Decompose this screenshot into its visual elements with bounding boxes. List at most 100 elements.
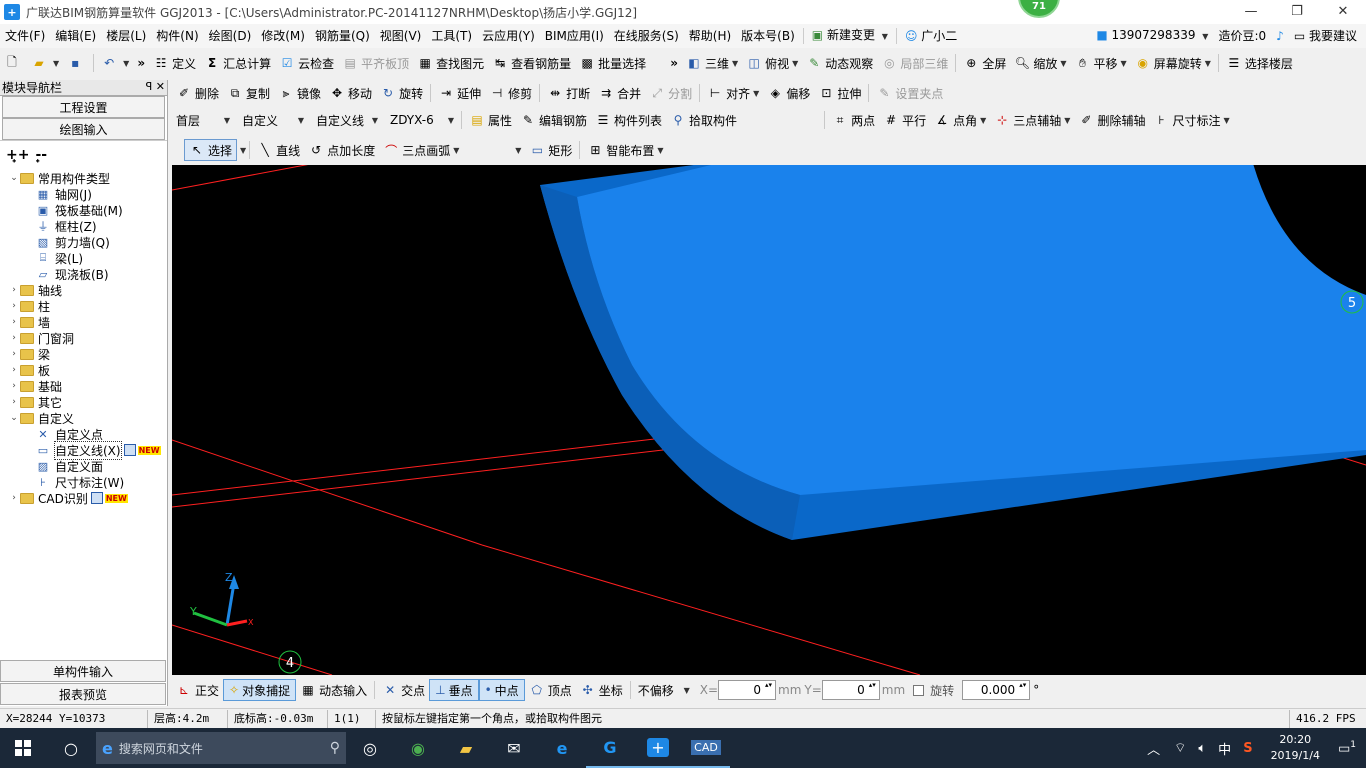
expand-arrow-icon[interactable]: ›: [8, 381, 20, 391]
x-input[interactable]: 0: [718, 680, 776, 700]
rotate-checkbox[interactable]: [913, 684, 925, 696]
define-button[interactable]: ☷ 定义: [149, 52, 200, 74]
rotate-screen-button[interactable]: ◉ 屏幕旋转 ▼: [1131, 52, 1215, 74]
select-floor-button[interactable]: ☰ 选择楼层: [1222, 52, 1297, 74]
menu-component[interactable]: 构件(N): [151, 24, 203, 48]
properties-button[interactable]: ▤ 属性: [465, 109, 516, 131]
extend-button[interactable]: ⇥ 延伸: [434, 82, 485, 104]
batch-select-button[interactable]: ▩ 批量选择: [575, 52, 650, 74]
file-explorer-icon[interactable]: ▰: [442, 728, 490, 768]
tree-node[interactable]: ▦ 轴网(J): [0, 186, 166, 202]
three-point-arc-button[interactable]: ⌒ 三点画弧 ▼: [379, 139, 463, 161]
offset-mode-select[interactable]: 不偏移 ▼: [633, 680, 694, 700]
coordinate-snap[interactable]: ✣ 坐标: [576, 679, 627, 701]
midpoint-snap[interactable]: • 中点: [478, 679, 525, 701]
undo-button[interactable]: ↶ ▼: [97, 52, 133, 74]
zoom-button[interactable]: 🔍︎ 缩放 ▼: [1010, 52, 1070, 74]
menu-file[interactable]: 文件(F): [0, 24, 50, 48]
pick-element-button[interactable]: ⚲ 拾取构件: [666, 109, 741, 131]
copy-button[interactable]: ⧉ 复制: [223, 82, 274, 104]
menu-floor[interactable]: 楼层(L): [101, 24, 151, 48]
tree-node[interactable]: ⊦ 尺寸标注(W): [0, 474, 166, 490]
parallel-button[interactable]: # 平行: [879, 109, 930, 131]
collapse-arrow-icon[interactable]: ⌄: [8, 413, 20, 423]
volume-icon[interactable]: 🔈︎: [1198, 741, 1206, 756]
rotate-button[interactable]: ↻ 旋转: [376, 82, 427, 104]
view-rebar-button[interactable]: ↹ 查看钢筋量: [488, 52, 575, 74]
dynamic-input-toggle[interactable]: ▦ 动态输入: [296, 679, 371, 701]
close-button[interactable]: ✕: [1320, 0, 1366, 24]
tree-node[interactable]: › 基础: [0, 378, 166, 394]
dynamic-view-button[interactable]: ✎ 动态观察: [802, 52, 877, 74]
taskbar-clock[interactable]: 20:20 2019/1/4: [1271, 732, 1320, 764]
intersect-snap[interactable]: ✕ 交点: [378, 679, 429, 701]
suggest-button[interactable]: ▭ 我要建议: [1289, 24, 1362, 48]
collapse-arrow-icon[interactable]: ⌄: [8, 173, 20, 183]
rectangle-button[interactable]: ▭ 矩形: [525, 139, 576, 161]
tree-node[interactable]: ▨ 自定义面: [0, 458, 166, 474]
menu-cloud[interactable]: 云应用(Y): [477, 24, 540, 48]
type-select[interactable]: 自定义线 ▼: [312, 110, 382, 130]
menu-view[interactable]: 视图(V): [375, 24, 427, 48]
save-button[interactable]: ▪: [63, 52, 90, 74]
sogou-ime-icon[interactable]: S: [1243, 741, 1252, 756]
mirror-button[interactable]: ⫸ 镜像: [274, 82, 325, 104]
element-list-button[interactable]: ☰ 构件列表: [591, 109, 666, 131]
ime-indicator[interactable]: 中: [1218, 739, 1231, 758]
point-angle-button[interactable]: ∡ 点角 ▼: [930, 109, 990, 131]
browser-360-icon[interactable]: ◉: [394, 728, 442, 768]
ortho-toggle[interactable]: ⊾ 正交: [172, 679, 223, 701]
move-button[interactable]: ✥ 移动: [325, 82, 376, 104]
expand-arrow-icon[interactable]: ›: [8, 333, 20, 343]
tree-node[interactable]: › 柱: [0, 298, 166, 314]
tree-node[interactable]: ▧ 剪力墙(Q): [0, 234, 166, 250]
performance-badge[interactable]: 71: [1018, 0, 1060, 18]
open-button[interactable]: ▰ ▼: [27, 52, 63, 74]
expand-arrow-icon[interactable]: ›: [8, 365, 20, 375]
tree-node[interactable]: › 板: [0, 362, 166, 378]
bean-balance[interactable]: 造价豆:0: [1213, 24, 1271, 48]
ggj-app-icon[interactable]: +: [634, 728, 682, 768]
tree-node[interactable]: › 门窗洞: [0, 330, 166, 346]
tree-node[interactable]: ▱ 现浇板(B): [0, 266, 166, 282]
collapse-all-icon[interactable]: -̟-: [35, 147, 47, 163]
drawing-input-button[interactable]: 绘图输入: [2, 118, 165, 140]
notification-icon[interactable]: ▭1: [1338, 740, 1356, 756]
tree-node[interactable]: › 梁: [0, 346, 166, 362]
y-input[interactable]: 0: [821, 680, 880, 700]
tree-node[interactable]: › 轴线: [0, 282, 166, 298]
flush-slab-button[interactable]: ▤ 平齐板顶: [338, 52, 413, 74]
menu-edit[interactable]: 编辑(E): [50, 24, 101, 48]
grid-marker-4[interactable]: 4: [278, 650, 302, 674]
assistant-button[interactable]: ☺ 广小二: [900, 24, 962, 48]
three-point-axis-button[interactable]: ⊹ 三点辅轴 ▼: [990, 109, 1074, 131]
element-name-select[interactable]: ZDYX-6 ▼: [386, 110, 458, 130]
set-grip-button[interactable]: ✎ 设置夹点: [872, 82, 947, 104]
view3d-button[interactable]: ◧ 三维 ▼: [682, 52, 742, 74]
tree-node[interactable]: ⌸ 梁(L): [0, 250, 166, 266]
tree-node[interactable]: ✕ 自定义点: [0, 426, 166, 442]
project-settings-button[interactable]: 工程设置: [2, 96, 165, 118]
mail-icon[interactable]: ✉: [490, 728, 538, 768]
point-length-button[interactable]: ↺ 点加长度: [304, 139, 379, 161]
expand-arrow-icon[interactable]: ›: [8, 285, 20, 295]
expand-arrow-icon[interactable]: ›: [8, 349, 20, 359]
panel-pin-close[interactable]: ꟼ ✕: [146, 80, 165, 93]
cortana-icon[interactable]: ○: [46, 728, 96, 768]
delete-button[interactable]: ✐ 删除: [172, 82, 223, 104]
delete-axis-button[interactable]: ✐ 删除辅轴: [1074, 109, 1149, 131]
menu-tools[interactable]: 工具(T): [426, 24, 477, 48]
minimize-button[interactable]: —: [1228, 0, 1274, 24]
cloud-check-button[interactable]: ☑ 云检查: [275, 52, 338, 74]
select-button[interactable]: ↖ 选择: [184, 139, 238, 161]
split-button[interactable]: ⤢ 分割: [645, 82, 696, 104]
expand-arrow-icon[interactable]: ›: [8, 317, 20, 327]
glodon-g-icon[interactable]: G: [586, 728, 634, 768]
line-button[interactable]: ╲ 直线: [253, 139, 304, 161]
new-file-button[interactable]: 🗋: [0, 52, 27, 74]
arc-option-select[interactable]: ▼: [465, 140, 526, 160]
new-change-button[interactable]: ▣ 新建变更 ▼: [807, 23, 893, 49]
edge-browser-icon[interactable]: e: [538, 728, 586, 768]
menu-draw[interactable]: 绘图(D): [204, 24, 257, 48]
perpendicular-snap[interactable]: ⊥ 垂点: [429, 679, 479, 701]
